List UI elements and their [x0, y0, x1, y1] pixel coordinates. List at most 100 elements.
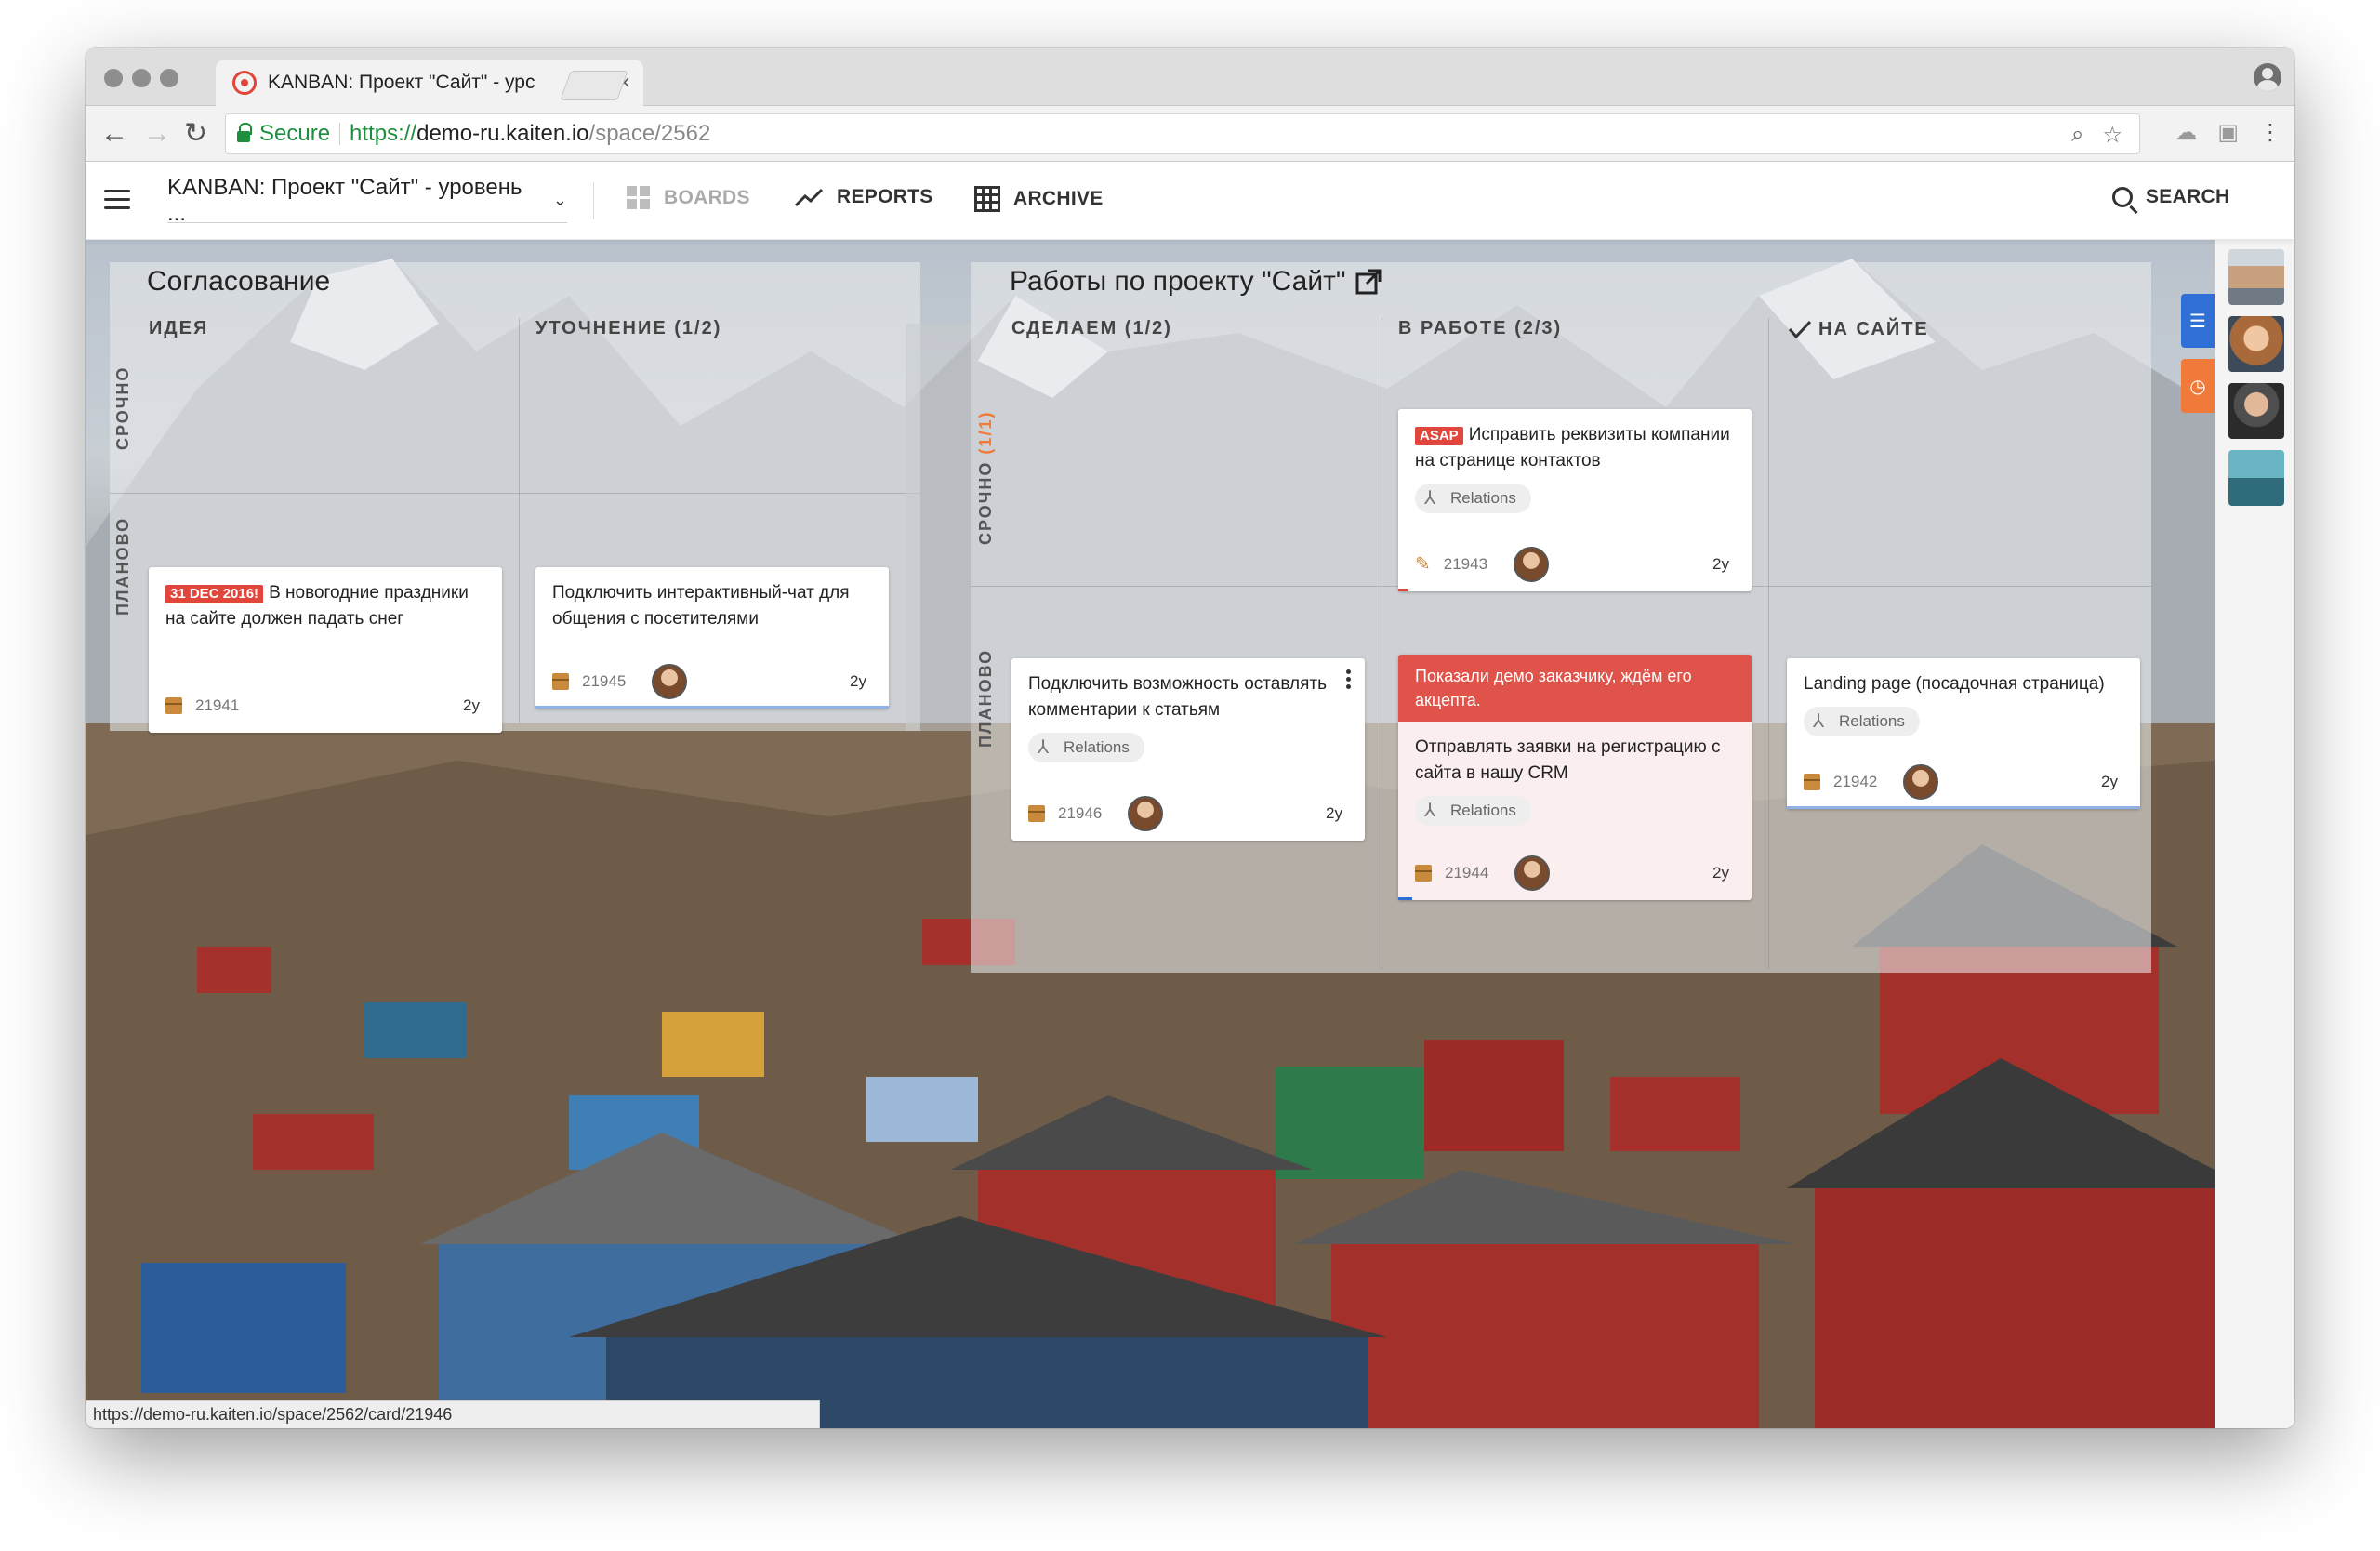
browser-menu-icon[interactable]: ⋮ [2259, 119, 2281, 146]
check-icon [1788, 320, 1812, 339]
url-field[interactable]: Secure https://demo-ru.kaiten.io/space/2… [225, 113, 2140, 154]
avatar[interactable] [1903, 764, 1939, 800]
nav-boards[interactable]: BOARDS [627, 186, 750, 210]
zoom-icon[interactable]: ⌕ [2071, 122, 2083, 149]
card-21942[interactable]: Landing page (посадочная страница) Relat… [1787, 658, 2140, 809]
relations-icon [1422, 485, 1441, 511]
lane-label: ПЛАНОВО [976, 648, 995, 748]
filter-icon[interactable]: ☰ [2181, 294, 2215, 348]
tab-title: KANBAN: Проект "Сайт" - урс [268, 72, 536, 93]
extension-icon[interactable]: ☁ [2175, 119, 2197, 146]
column-header-done: НА САЙТЕ [1787, 318, 1929, 340]
nav-search-label: SEARCH [2146, 186, 2230, 207]
card-age: 2y [2101, 773, 2118, 790]
avatar[interactable] [1128, 796, 1164, 831]
hamburger-icon[interactable] [104, 190, 130, 210]
back-icon[interactable]: ← [100, 115, 128, 152]
kaiten-favicon-icon [232, 71, 257, 95]
column-header: ИДЕЯ [149, 318, 209, 338]
card-21945[interactable]: Подключить интерактивный-чат для общения… [536, 567, 889, 709]
relations-label: Relations [1450, 802, 1516, 819]
relations-chip[interactable]: Relations [1415, 796, 1531, 826]
card-id: 21943 [1443, 555, 1488, 573]
timer-icon[interactable]: ◷ [2181, 359, 2215, 413]
profile-icon[interactable] [2254, 63, 2281, 91]
card-21946[interactable]: Подключить возможность оставлять коммент… [1012, 658, 1365, 841]
tab-strip: KANBAN: Проект "Сайт" - урс × [86, 48, 2294, 106]
relations-label: Relations [1064, 738, 1130, 756]
board-title-wrap: Работы по проекту "Сайт" [1010, 266, 1382, 298]
board-users-column [2215, 240, 2294, 1428]
more-vertical-icon[interactable] [1346, 669, 1352, 690]
card-21943[interactable]: ASAP Исправить реквизиты компании на стра… [1398, 409, 1752, 591]
card-age: 2y [463, 696, 480, 714]
priority-tag: ASAP [1415, 427, 1463, 445]
relations-chip[interactable]: Relations [1804, 707, 1920, 736]
new-tab-button[interactable] [560, 71, 628, 100]
nav-reports[interactable]: REPORTS [794, 186, 933, 208]
external-link-icon[interactable] [1355, 268, 1382, 296]
nav-reports-label: REPORTS [837, 186, 933, 207]
space-name: KANBAN: Проект "Сайт" - уровень ... [167, 174, 522, 226]
card-21941[interactable]: 31 DEC 2016! В новогодние праздники на са… [149, 567, 502, 733]
status-bar-url: https://demo-ru.kaiten.io/space/2562/car… [86, 1400, 820, 1428]
app-header: KANBAN: Проект "Сайт" - уровень ... ⌄ BO… [86, 162, 2294, 240]
avatar[interactable] [2228, 249, 2284, 305]
card-age: 2y [1712, 555, 1729, 573]
lock-icon [237, 123, 252, 142]
card-id: 21941 [195, 696, 240, 714]
card-age: 2y [1326, 804, 1342, 822]
board-title: Согласование [147, 266, 331, 297]
reload-icon[interactable]: ↻ [184, 115, 207, 152]
box-icon [552, 673, 569, 690]
card-age: 2y [1712, 864, 1729, 882]
avatar[interactable] [1514, 547, 1550, 582]
card-id: 21942 [1833, 773, 1878, 790]
lane-label: СРОЧНО [113, 365, 132, 450]
column-header: СДЕЛАЕМ (1/2) [1012, 318, 1172, 338]
url-host: demo-ru.kaiten.io [416, 121, 589, 146]
card-id: 21945 [582, 672, 627, 690]
card-title: Отправлять заявки на регистрацию с сайта… [1415, 737, 1721, 783]
lane-label: СРОЧНО (1/1) [976, 410, 995, 545]
card-id: 21944 [1445, 864, 1489, 882]
card-comment-banner: Показали демо заказчику, ждём его акцепт… [1398, 655, 1752, 722]
card-title: Подключить интерактивный-чат для общения… [552, 583, 850, 629]
forward-icon[interactable]: → [143, 115, 171, 152]
avatar[interactable] [2228, 383, 2284, 439]
nav-archive-label: ARCHIVE [1013, 188, 1104, 209]
card-id: 21946 [1058, 804, 1103, 822]
relations-chip[interactable]: Relations [1415, 484, 1531, 513]
board-title: Работы по проекту "Сайт" [1010, 266, 1346, 297]
deadline-tag: 31 DEC 2016! [165, 585, 264, 603]
card-age: 2y [850, 672, 866, 690]
browser-window: KANBAN: Проект "Сайт" - урс × ← → ↻ Secu… [86, 48, 2294, 1428]
avatar[interactable] [2228, 316, 2284, 372]
nav-boards-label: BOARDS [664, 187, 750, 208]
nav-archive[interactable]: ARCHIVE [974, 186, 1104, 212]
card-21944[interactable]: Показали демо заказчику, ждём его акцепт… [1398, 655, 1752, 900]
box-icon [1415, 865, 1432, 882]
avatar[interactable] [2228, 450, 2284, 506]
board-background: Согласование ИДЕЯ УТОЧНЕНИЕ (1/2) СРОЧНО… [86, 240, 2215, 1428]
archive-icon [974, 186, 1000, 212]
space-selector[interactable]: KANBAN: Проект "Сайт" - уровень ... ⌄ [167, 175, 567, 226]
avatar[interactable] [652, 664, 688, 699]
column-header-label: НА САЙТЕ [1818, 318, 1929, 339]
minimize-window-button[interactable] [132, 69, 151, 87]
reports-icon [794, 188, 824, 207]
nav-search[interactable]: SEARCH [2112, 186, 2229, 208]
box-icon [1028, 805, 1045, 822]
avatar[interactable] [1514, 855, 1551, 891]
search-icon [2112, 187, 2133, 207]
relations-chip[interactable]: Relations [1028, 733, 1144, 762]
column-header: УТОЧНЕНИЕ (1/2) [536, 318, 722, 338]
close-window-button[interactable] [104, 69, 123, 87]
relations-label: Relations [1839, 712, 1905, 730]
bookmark-star-icon[interactable]: ☆ [2102, 122, 2122, 149]
card-title: Landing page (посадочная страница) [1804, 674, 2105, 694]
card-title: Подключить возможность оставлять коммент… [1028, 674, 1327, 720]
extension-icon[interactable]: ▣ [2217, 119, 2239, 146]
box-icon [1804, 774, 1820, 790]
zoom-window-button[interactable] [160, 69, 178, 87]
